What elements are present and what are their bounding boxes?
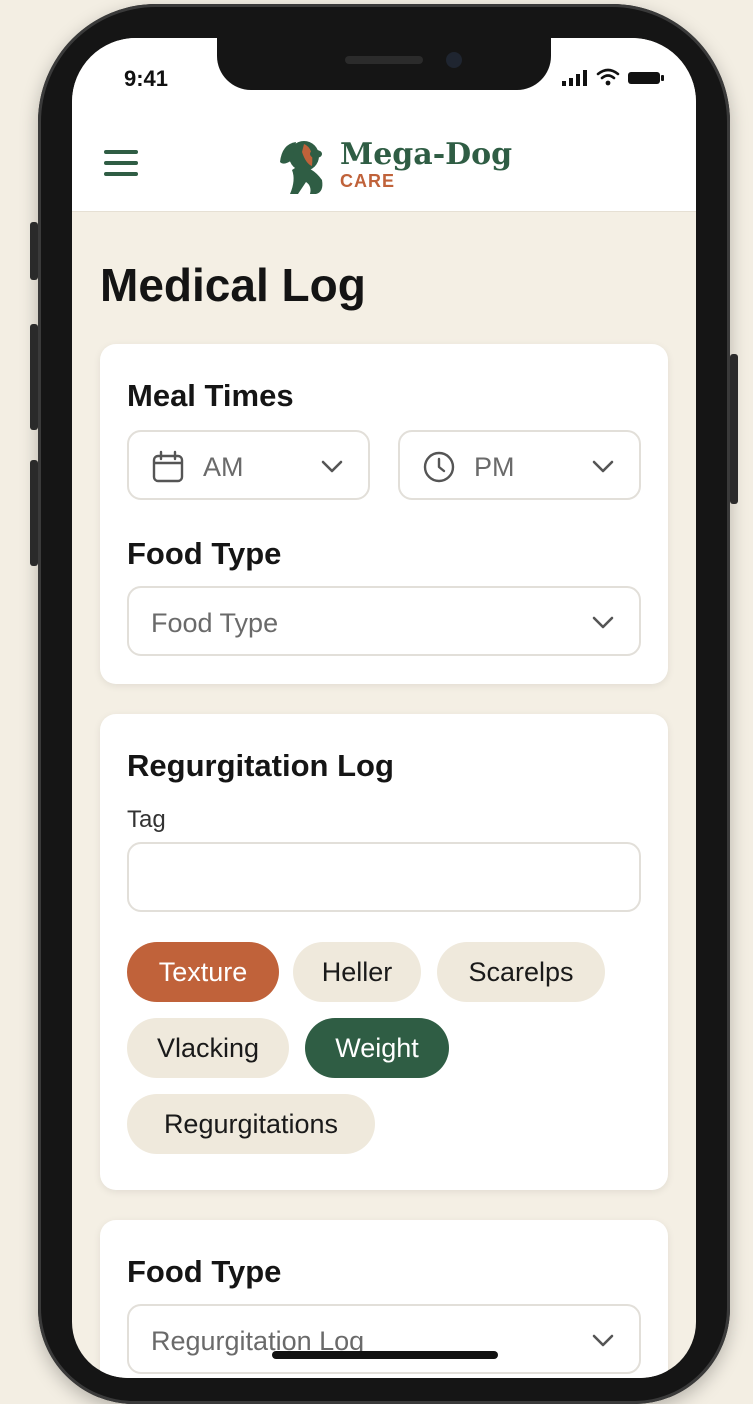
meal-times-title: Meal Times xyxy=(127,378,294,413)
wifi-icon xyxy=(596,68,620,86)
chip-label: Weight xyxy=(335,1032,419,1063)
speaker xyxy=(345,56,423,64)
food-type-placeholder: Food Type xyxy=(151,608,279,638)
brand-tagline: CARE xyxy=(340,171,396,191)
tag-chip-regurgitations[interactable]: Regurgitations xyxy=(127,1094,375,1154)
clock-icon xyxy=(423,451,455,483)
chip-label: Texture xyxy=(158,956,248,987)
page-title: Medical Log xyxy=(100,259,366,311)
meal-times-card: Meal Times AM PM Food Type Food Type xyxy=(100,344,668,684)
menu-icon[interactable] xyxy=(104,150,138,176)
tag-label: Tag xyxy=(127,806,166,833)
power-button xyxy=(730,354,738,504)
signal-icon xyxy=(562,70,587,86)
chip-label: Heller xyxy=(321,956,393,987)
chip-label: Scarelps xyxy=(468,956,574,987)
battery-icon xyxy=(628,72,664,84)
regurgitation-log-title: Regurgitation Log xyxy=(127,748,394,783)
food-type-select[interactable]: Food Type xyxy=(127,586,641,656)
chevron-down-icon xyxy=(592,616,614,629)
brand-logo[interactable]: Mega-Dog CARE xyxy=(268,132,512,198)
status-icons xyxy=(562,68,664,86)
pm-select[interactable]: PM xyxy=(398,430,641,500)
chevron-down-icon xyxy=(592,1334,614,1347)
chip-label: Vlacking xyxy=(156,1032,260,1063)
calendar-icon xyxy=(152,450,184,483)
tag-chip-texture[interactable]: Texture xyxy=(127,942,279,1002)
tag-chip-scarelps[interactable]: Scarelps xyxy=(437,942,605,1002)
volume-up-button xyxy=(30,324,38,430)
chevron-down-icon xyxy=(321,460,343,473)
food-type-card-title: Food Type xyxy=(127,1254,282,1289)
volume-down-button xyxy=(30,460,38,566)
home-indicator[interactable] xyxy=(272,1351,498,1359)
mute-switch xyxy=(30,222,38,280)
status-time: 9:41 xyxy=(124,66,169,91)
food-type-title: Food Type xyxy=(127,536,282,571)
tag-chip-weight[interactable]: Weight xyxy=(305,1018,449,1078)
pm-select-value: PM xyxy=(474,452,515,482)
food-type-log-select[interactable]: Regurgitation Log xyxy=(127,1304,641,1374)
dog-icon xyxy=(280,141,323,194)
phone-screen: 9:41 Mega-Dog CARE Medical Log Meal Time… xyxy=(72,38,696,1378)
am-select-value: AM xyxy=(203,452,244,482)
tag-chip-vlacking[interactable]: Vlacking xyxy=(127,1018,289,1078)
notch xyxy=(217,38,551,90)
regurgitation-log-card: Regurgitation Log Tag Texture Heller Sca… xyxy=(100,714,668,1190)
tag-input[interactable] xyxy=(127,842,641,912)
am-select[interactable]: AM xyxy=(127,430,370,500)
app-header: Mega-Dog CARE xyxy=(72,110,696,212)
chevron-down-icon xyxy=(592,460,614,473)
chip-label: Regurgitations xyxy=(163,1108,339,1139)
front-camera xyxy=(446,52,462,68)
brand-name: Mega-Dog xyxy=(340,137,513,172)
tag-chip-heller[interactable]: Heller xyxy=(293,942,421,1002)
